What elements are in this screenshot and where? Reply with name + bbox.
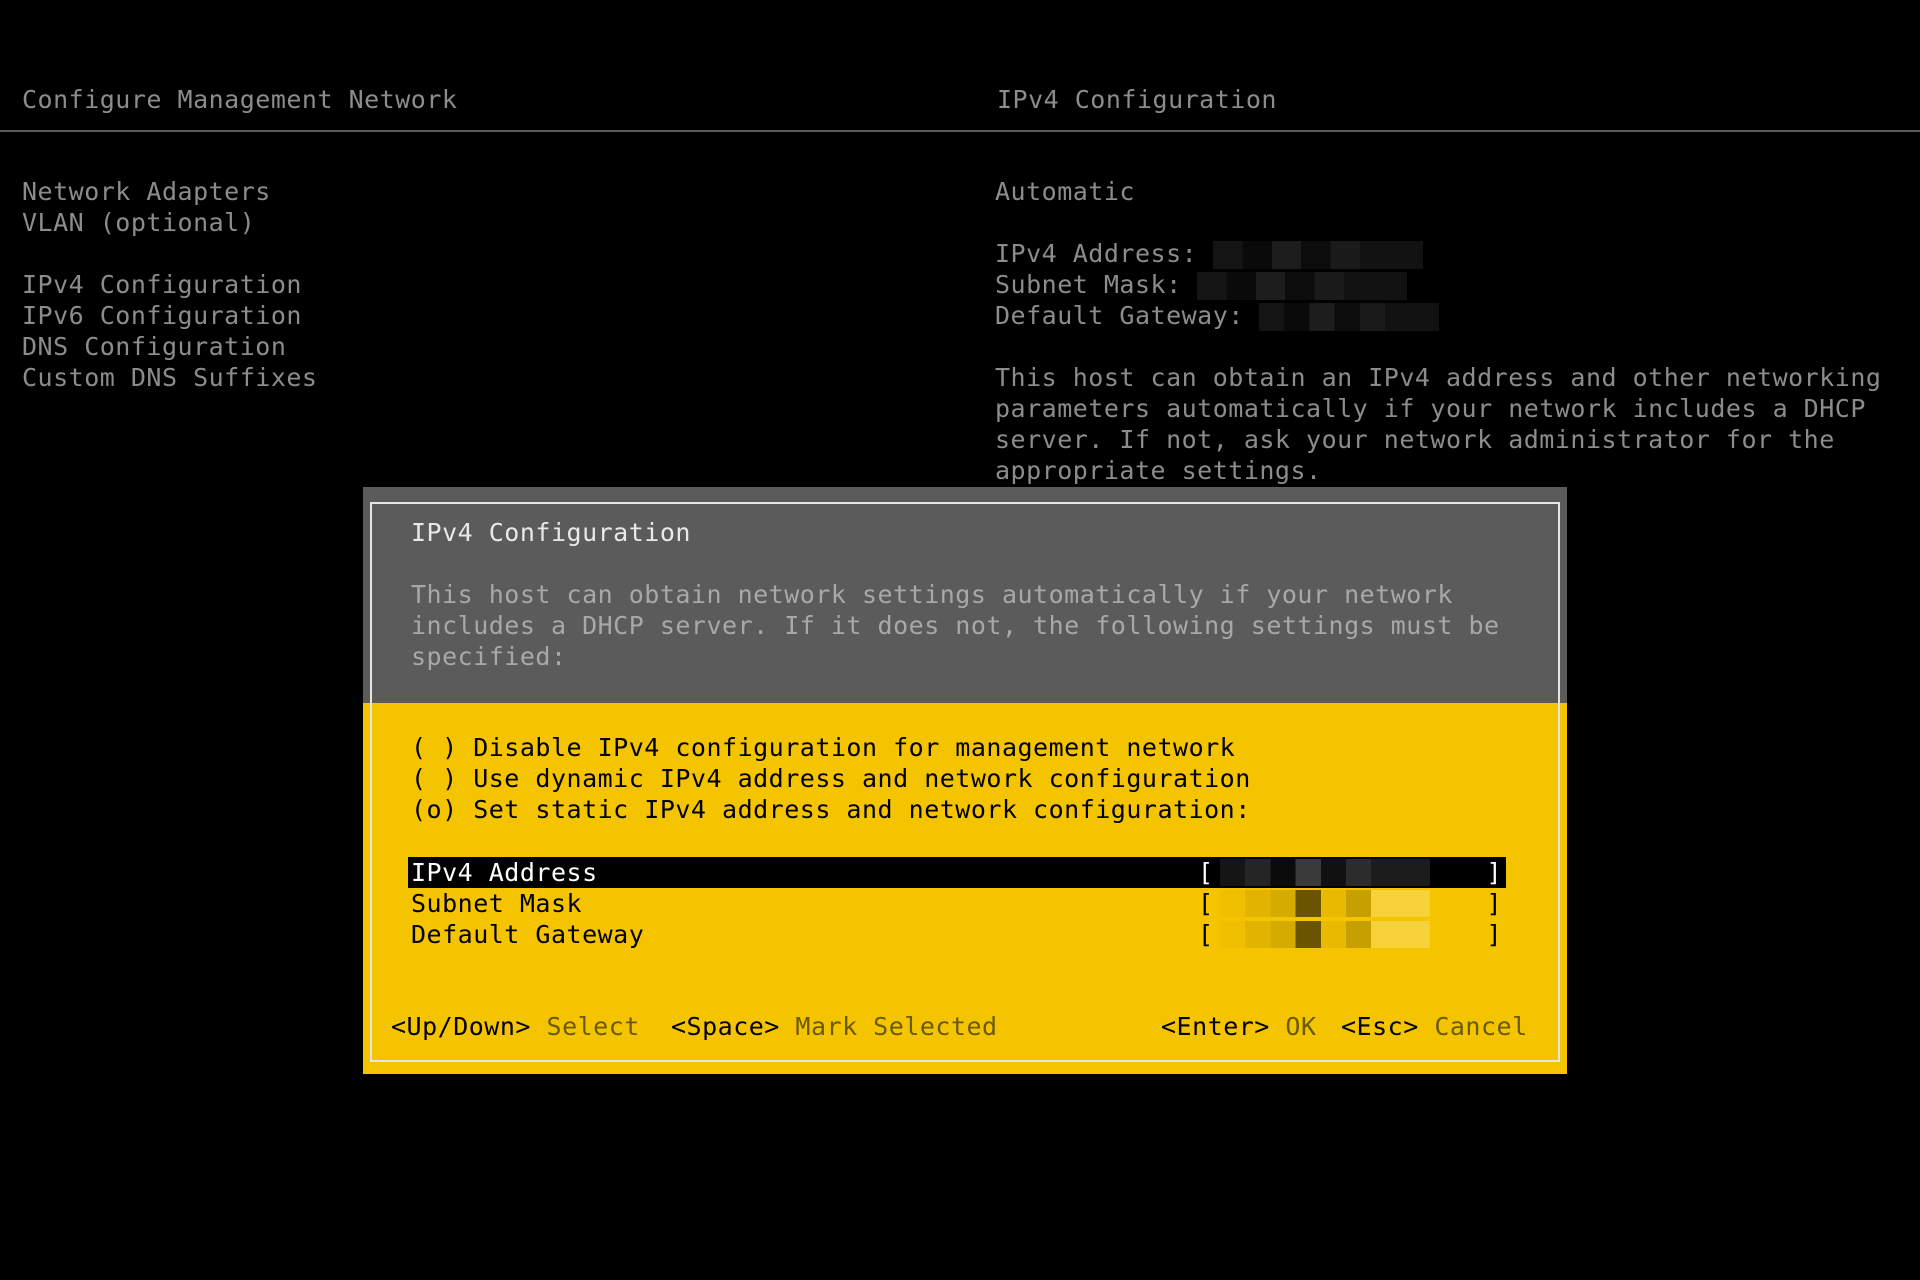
ipv4-mode: Automatic <box>995 177 1135 206</box>
info-description: This host can obtain an IPv4 address and… <box>995 363 1882 485</box>
subnet-mask-label: Subnet Mask <box>411 889 583 918</box>
enter-key: <Enter> <box>1161 1012 1270 1041</box>
ipv4-address-value-redacted[interactable] <box>1220 859 1430 886</box>
ipv4-address-field[interactable]: IPv4 Address [ ] <box>408 857 1506 888</box>
bracket-open: [ <box>1198 889 1214 918</box>
redacted-value <box>1259 303 1440 331</box>
subnet-mask-value-redacted[interactable] <box>1220 890 1430 917</box>
panel-title: IPv4 Configuration <box>997 85 1277 114</box>
updown-action: Select <box>546 1012 640 1041</box>
default-gateway-label: Default Gateway <box>411 920 645 949</box>
space-action: Mark Selected <box>795 1012 998 1041</box>
dialog-title: IPv4 Configuration <box>411 518 691 547</box>
option-static-ipv4[interactable]: (o) Set static IPv4 address and network … <box>411 794 1251 825</box>
ipv4-configuration-dialog: IPv4 Configuration This host can obtain … <box>363 487 1567 1074</box>
dialog-footer-keys: <Up/Down> Select <Space> Mark Selected <… <box>391 1011 1541 1042</box>
redacted-value <box>1212 241 1423 269</box>
bracket-close: ] <box>1486 889 1502 918</box>
menu-item-dns-configuration[interactable]: DNS Configuration <box>22 331 317 362</box>
cancel-action: Cancel <box>1434 1012 1528 1041</box>
menu-item-vlan[interactable]: VLAN (optional) <box>22 207 317 238</box>
info-default-gateway-label: Default Gateway: <box>995 301 1244 330</box>
info-subnet-mask-row: Subnet Mask: <box>995 269 1895 300</box>
bracket-close: ] <box>1486 858 1502 887</box>
updown-select-hint[interactable]: <Up/Down> Select <box>391 1011 640 1042</box>
updown-key: <Up/Down> <box>391 1012 531 1041</box>
header-divider <box>0 130 1920 132</box>
option-disable-ipv4[interactable]: ( ) Disable IPv4 configuration for manag… <box>411 732 1251 763</box>
redacted-value <box>1197 272 1408 300</box>
info-default-gateway-row: Default Gateway: <box>995 300 1895 331</box>
esc-key: <Esc> <box>1341 1012 1419 1041</box>
bracket-open: [ <box>1198 858 1214 887</box>
info-ipv4-address-row: IPv4 Address: <box>995 238 1895 269</box>
ipv4-mode-options: ( ) Disable IPv4 configuration for manag… <box>411 732 1251 825</box>
default-gateway-field[interactable]: Default Gateway [ ] <box>408 919 1506 950</box>
screen-title: Configure Management Network <box>22 85 458 114</box>
space-mark-hint[interactable]: <Space> Mark Selected <box>671 1011 998 1042</box>
dialog-description: This host can obtain network settings au… <box>411 580 1500 671</box>
cancel-button[interactable]: <Esc> Cancel <box>1341 1011 1528 1042</box>
menu-item-network-adapters[interactable]: Network Adapters <box>22 176 317 207</box>
bracket-open: [ <box>1198 920 1214 949</box>
ok-button[interactable]: <Enter> OK <box>1161 1011 1317 1042</box>
static-ip-fields: IPv4 Address [ ] Subnet Mask [ ] Default… <box>408 857 1506 950</box>
subnet-mask-field[interactable]: Subnet Mask [ ] <box>408 888 1506 919</box>
info-subnet-mask-label: Subnet Mask: <box>995 270 1182 299</box>
menu-list: Network Adapters VLAN (optional) IPv4 Co… <box>22 176 317 393</box>
bracket-close: ] <box>1486 920 1502 949</box>
space-key: <Space> <box>671 1012 780 1041</box>
ok-action: OK <box>1285 1012 1317 1041</box>
option-dynamic-ipv4[interactable]: ( ) Use dynamic IPv4 address and network… <box>411 763 1251 794</box>
menu-item-custom-dns-suffixes[interactable]: Custom DNS Suffixes <box>22 362 317 393</box>
default-gateway-value-redacted[interactable] <box>1220 921 1430 948</box>
ipv4-address-label: IPv4 Address <box>411 858 598 887</box>
info-ipv4-address-label: IPv4 Address: <box>995 239 1198 268</box>
menu-item-ipv6-configuration[interactable]: IPv6 Configuration <box>22 300 317 331</box>
menu-item-ipv4-configuration[interactable]: IPv4 Configuration <box>22 269 317 300</box>
info-panel: Automatic IPv4 Address: Subnet Mask: Def… <box>995 176 1895 486</box>
